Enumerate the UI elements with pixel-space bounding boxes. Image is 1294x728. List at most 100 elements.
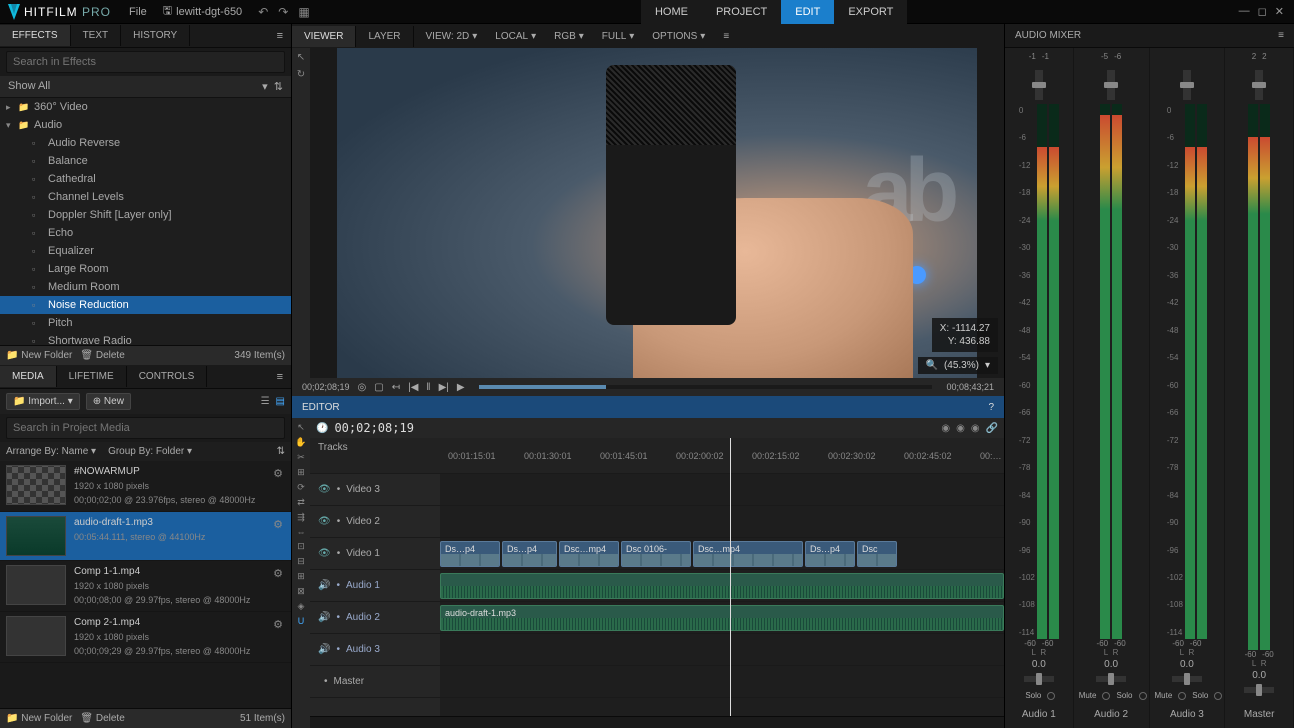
gear-icon[interactable]: ⚙	[271, 616, 285, 658]
tree-item[interactable]: ▫Cathedral	[0, 170, 291, 188]
tree-item[interactable]: ▫Echo	[0, 224, 291, 242]
edit-tab[interactable]: EDIT	[781, 0, 834, 24]
video-clip[interactable]: Dsc 0…	[857, 541, 897, 567]
sort-icon[interactable]: ⇅	[277, 446, 285, 457]
marker-icon[interactable]: ◉	[971, 423, 980, 434]
panel-menu-icon[interactable]: ≡	[1278, 30, 1284, 41]
help-icon[interactable]: ?	[988, 402, 994, 413]
history-tab[interactable]: HISTORY	[121, 25, 190, 46]
video-clip[interactable]: Ds…p4	[440, 541, 500, 567]
tree-item[interactable]: ▫Noise Reduction	[0, 296, 291, 314]
tool-icon[interactable]: ⊠	[297, 586, 305, 597]
import-button[interactable]: 📁 Import... ▾	[6, 393, 80, 410]
track-row[interactable]	[440, 474, 1004, 506]
local-dropdown[interactable]: LOCAL ▾	[487, 27, 544, 46]
pointer-tool-icon[interactable]: ↖	[297, 52, 305, 63]
roll-tool-icon[interactable]: ⇔	[297, 527, 306, 537]
viewer-tab[interactable]: VIEWER	[292, 26, 356, 47]
solo-button[interactable]: Solo	[1189, 690, 1211, 701]
pan-slider[interactable]	[1172, 676, 1202, 682]
new-folder-button[interactable]: 📁 New Folder	[6, 713, 72, 724]
tree-item[interactable]: ▾📁Audio	[0, 116, 291, 134]
maximize-icon[interactable]: ◻	[1258, 5, 1267, 18]
tree-item[interactable]: ▫Equalizer	[0, 242, 291, 260]
timeline[interactable]: 00:01:15:0100:01:30:0100:01:45:0100:02:0…	[440, 438, 1004, 716]
options-dropdown[interactable]: OPTIONS ▾	[644, 27, 713, 46]
layer-tab[interactable]: LAYER	[356, 26, 413, 47]
lifetime-tab[interactable]: LIFETIME	[57, 366, 127, 387]
tool-icon[interactable]: ⊞	[297, 571, 305, 582]
track-label[interactable]: 👁•Video 3	[310, 474, 440, 506]
tool-icon[interactable]: ◈	[298, 601, 305, 612]
delete-button[interactable]: 🗑 Delete	[80, 713, 124, 724]
document-name[interactable]: 🖫lewitt-dgt-650	[157, 2, 248, 21]
tree-item[interactable]: ▫Doppler Shift [Layer only]	[0, 206, 291, 224]
tree-item[interactable]: ▫Channel Levels	[0, 188, 291, 206]
video-clip[interactable]: Ds…p4	[502, 541, 557, 567]
file-menu[interactable]: File	[119, 6, 157, 18]
effects-tree[interactable]: ▸📁360° Video▾📁Audio▫Audio Reverse▫Balanc…	[0, 98, 291, 345]
loop-icon[interactable]: ◎	[358, 382, 367, 393]
pan-slider[interactable]	[1024, 676, 1054, 682]
audio-clip[interactable]: audio-draft-1.mp3	[440, 605, 1004, 631]
go-start-icon[interactable]: |◀	[408, 382, 418, 393]
rgb-dropdown[interactable]: RGB ▾	[546, 27, 592, 46]
pan-slider[interactable]	[1244, 687, 1274, 693]
slice-tool-icon[interactable]: ✂	[297, 452, 305, 463]
link-icon[interactable]: 🔗	[986, 423, 998, 434]
track-row[interactable]	[440, 570, 1004, 602]
full-dropdown[interactable]: FULL ▾	[594, 27, 642, 46]
view-mode-dropdown[interactable]: VIEW: 2D ▾	[418, 27, 486, 46]
track-row[interactable]: audio-draft-1.mp3	[440, 602, 1004, 634]
gain-slider[interactable]	[1035, 70, 1043, 100]
track-row[interactable]	[440, 666, 1004, 698]
sort-icon[interactable]: ⇅	[274, 81, 283, 93]
arrange-by-dropdown[interactable]: Arrange By: Name ▾	[6, 446, 96, 457]
tool-icon[interactable]: ⊟	[297, 556, 305, 567]
grid-icon[interactable]: ▦	[298, 5, 309, 19]
zoom-indicator[interactable]: 🔍(45.3%)▾	[918, 357, 999, 374]
track-row[interactable]	[440, 634, 1004, 666]
delete-button[interactable]: 🗑 Delete	[80, 350, 124, 361]
marker-icon[interactable]: ◉	[956, 423, 965, 434]
media-list[interactable]: #NOWARMUP1920 x 1080 pixels00;00;02;00 @…	[0, 461, 291, 708]
show-all-dropdown[interactable]: Show All ▾ ⇅	[0, 76, 291, 98]
gear-icon[interactable]: ⚙	[271, 465, 285, 507]
track-label[interactable]: 👁•Video 2	[310, 506, 440, 538]
media-item[interactable]: #NOWARMUP1920 x 1080 pixels00;00;02;00 @…	[0, 461, 291, 512]
video-clip[interactable]: Dsc…mp4	[693, 541, 803, 567]
panel-menu-icon[interactable]: ≡	[269, 371, 291, 383]
tree-item[interactable]: ▸📁360° Video	[0, 98, 291, 116]
tree-item[interactable]: ▫Balance	[0, 152, 291, 170]
media-item[interactable]: audio-draft-1.mp300:05:44.111, stereo @ …	[0, 512, 291, 561]
tree-item[interactable]: ▫Large Room	[0, 260, 291, 278]
solo-button[interactable]: Solo	[1022, 690, 1044, 701]
ripple-tool-icon[interactable]: ⇶	[297, 512, 305, 523]
pan-slider[interactable]	[1096, 676, 1126, 682]
list-view-icon[interactable]: ☰	[261, 396, 270, 407]
hand-tool-icon[interactable]: ✋	[295, 437, 306, 448]
time-ruler[interactable]: 00:01:15:0100:01:30:0100:01:45:0100:02:0…	[440, 438, 1004, 474]
snap-tool-icon[interactable]: ⊞	[297, 467, 305, 478]
video-clip[interactable]: Dsc 0106-9.mp4	[621, 541, 691, 567]
gain-slider[interactable]	[1183, 70, 1191, 100]
track-row[interactable]: Ds…p4Ds…p4Dsc…mp4Dsc 0106-9.mp4Dsc…mp4Ds…	[440, 538, 1004, 570]
gain-slider[interactable]	[1107, 70, 1115, 100]
track-label[interactable]: 🔊•Audio 1	[310, 570, 440, 602]
track-label[interactable]: 🔊•Audio 3	[310, 634, 440, 666]
media-tab[interactable]: MEDIA	[0, 366, 57, 387]
tree-item[interactable]: ▫Audio Reverse	[0, 134, 291, 152]
panel-menu-icon[interactable]: ≡	[715, 27, 737, 46]
select-tool-icon[interactable]: ↖	[297, 422, 305, 433]
editor-timecode[interactable]: 00;02;08;19	[334, 421, 413, 435]
effects-tab[interactable]: EFFECTS	[0, 25, 71, 46]
grid-view-icon[interactable]: ▤	[276, 396, 285, 407]
controls-tab[interactable]: CONTROLS	[127, 366, 208, 387]
audio-clip[interactable]	[440, 573, 1004, 599]
group-by-dropdown[interactable]: Group By: Folder ▾	[108, 446, 192, 457]
gear-icon[interactable]: ⚙	[271, 565, 285, 607]
media-search-input[interactable]	[6, 417, 285, 439]
export-tab[interactable]: EXPORT	[834, 0, 907, 24]
panel-menu-icon[interactable]: ≡	[269, 30, 291, 42]
slip-tool-icon[interactable]: ⇄	[297, 497, 305, 508]
